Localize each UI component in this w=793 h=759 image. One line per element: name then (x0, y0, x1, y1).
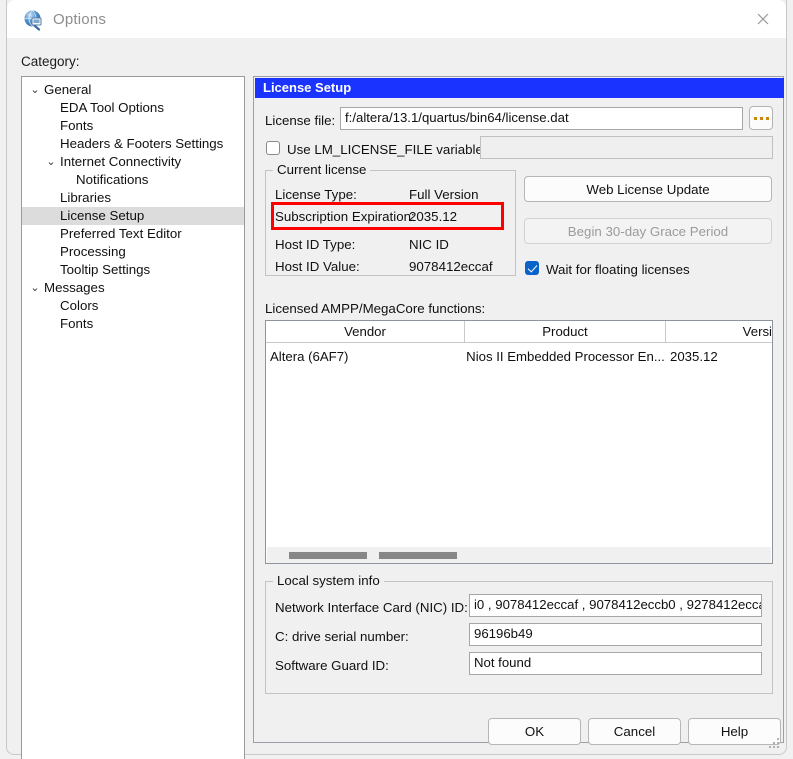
host-id-value-value: 9078412eccaf (409, 259, 493, 274)
host-id-type-label: Host ID Type: (275, 237, 356, 252)
sidebar-item-label: Headers & Footers Settings (60, 136, 224, 151)
subscription-expiration-value: 2035.12 (409, 209, 458, 224)
ok-button[interactable]: OK (488, 718, 581, 745)
sidebar-item-label: General (44, 82, 92, 97)
sidebar-item-colors[interactable]: Colors (22, 297, 244, 315)
sidebar-item-eda-tool-options[interactable]: EDA Tool Options (22, 99, 244, 117)
begin-grace-period-button[interactable]: Begin 30-day Grace Period (524, 218, 772, 244)
sidebar-item-internet-connectivity[interactable]: ⌄ Internet Connectivity (22, 153, 244, 171)
dialog-body: Category: ⌄ General EDA Tool Options Fonts H… (7, 38, 786, 759)
cell-version: 2035.12 (670, 349, 718, 364)
table-col-product[interactable]: Product (465, 321, 666, 342)
sidebar-item-fonts[interactable]: Fonts (22, 315, 244, 333)
sidebar-item-label: Notifications (76, 172, 149, 187)
table-col-version[interactable]: Versi (666, 321, 772, 342)
licensed-functions-table[interactable]: Vendor Product Versi Altera (6AF7) Nios … (265, 320, 773, 564)
current-license-group-title: Current license (273, 163, 371, 177)
sidebar-item-notifications[interactable]: Notifications (22, 171, 244, 189)
sidebar-item-fonts[interactable]: Fonts (22, 117, 244, 135)
dot-3 (765, 116, 769, 120)
sidebar-item-preferred-text-editor[interactable]: Preferred Text Editor (22, 225, 244, 243)
wait-floating-licenses-checkbox[interactable] (525, 261, 539, 275)
lm-license-file-input[interactable] (480, 136, 773, 159)
chevron-down-icon[interactable]: ⌄ (28, 81, 42, 99)
cancel-label: Cancel (613, 724, 656, 739)
use-lm-license-file-label: Use LM_LICENSE_FILE variable: (287, 142, 487, 157)
options-window: Options Category: ⌄ General EDA Tool Optio… (6, 0, 787, 759)
scroll-thumb-right[interactable] (379, 552, 457, 559)
sidebar-item-label: Fonts (60, 118, 94, 133)
sidebar-item-libraries[interactable]: Libraries (22, 189, 244, 207)
host-id-type-value: NIC ID (409, 237, 449, 252)
sidebar-item-processing[interactable]: Processing (22, 243, 244, 261)
browse-license-file-button[interactable] (749, 106, 773, 130)
sidebar-item-label: Processing (60, 244, 126, 259)
sidebar-item-license-setup[interactable]: License Setup (22, 207, 244, 225)
pane-title: License Setup (255, 78, 784, 98)
sidebar-item-messages[interactable]: ⌄ Messages (22, 279, 244, 297)
sidebar-item-label: License Setup (60, 208, 145, 223)
table-header-row: Vendor Product Versi (266, 321, 772, 343)
drive-serial-input[interactable]: 96196b49 (469, 623, 762, 646)
table-horizontal-scrollbar[interactable] (267, 546, 771, 563)
sidebar-item-general[interactable]: ⌄ General (22, 81, 244, 99)
software-guard-id-label: Software Guard ID: (275, 658, 389, 673)
sidebar-item-label: Internet Connectivity (60, 154, 182, 169)
web-license-update-label: Web License Update (586, 181, 710, 197)
sidebar-item-label: Tooltip Settings (60, 262, 151, 277)
wait-floating-licenses-label: Wait for floating licenses (546, 262, 690, 277)
drive-serial-label: C: drive serial number: (275, 629, 409, 644)
ok-label: OK (524, 724, 545, 739)
cell-vendor: Altera (6AF7) (270, 349, 349, 364)
dot-2 (759, 116, 763, 120)
nic-id-input[interactable]: i0 , 9078412eccaf , 9078412eccb0 , 92784… (469, 594, 762, 617)
window-title: Options (53, 11, 107, 28)
close-button[interactable] (740, 0, 786, 37)
sidebar-item-label: Messages (44, 280, 105, 295)
options-dialog-screenshot: Options Category: ⌄ General EDA Tool Optio… (0, 0, 793, 759)
category-label: Category: (21, 54, 80, 69)
table-col-vendor[interactable]: Vendor (266, 321, 465, 342)
subscription-expiration-label: Subscription Expiration: (275, 209, 415, 224)
sidebar-item-label: Libraries (60, 190, 111, 205)
chevron-down-icon[interactable]: ⌄ (44, 153, 58, 171)
help-label: Help (720, 724, 749, 739)
dot-1 (753, 116, 757, 120)
title-bar: Options (7, 0, 786, 38)
cancel-button[interactable]: Cancel (588, 718, 681, 745)
category-tree[interactable]: ⌄ General EDA Tool Options Fonts Headers & F… (21, 76, 245, 759)
sidebar-item-label: Preferred Text Editor (60, 226, 182, 241)
license-file-label: License file: (265, 113, 336, 128)
sidebar-item-headers-footers-settings[interactable]: Headers & Footers Settings (22, 135, 244, 153)
sidebar-item-label: EDA Tool Options (60, 100, 164, 115)
quartus-options-icon (23, 9, 45, 31)
sidebar-item-label: Colors (60, 298, 99, 313)
local-system-info-title: Local system info (273, 574, 384, 588)
cell-product: Nios II Embedded Processor En... (466, 349, 665, 364)
resize-grip[interactable] (769, 738, 781, 750)
help-button[interactable]: Help (688, 718, 781, 745)
web-license-update-button[interactable]: Web License Update (524, 176, 772, 202)
licensed-functions-caption: Licensed AMPP/MegaCore functions: (265, 301, 486, 316)
license-type-value: Full Version (409, 187, 479, 202)
use-lm-license-file-checkbox[interactable] (266, 141, 280, 155)
license-setup-pane: License Setup License file: f:/altera/13… (253, 76, 784, 743)
license-type-label: License Type: (275, 187, 357, 202)
scroll-thumb-left[interactable] (289, 552, 367, 559)
close-icon (757, 13, 769, 24)
sidebar-item-tooltip-settings[interactable]: Tooltip Settings (22, 261, 244, 279)
software-guard-id-input[interactable]: Not found (469, 652, 762, 675)
nic-id-label: Network Interface Card (NIC) ID: (275, 600, 468, 615)
sidebar-item-label: Fonts (60, 316, 94, 331)
license-file-input[interactable]: f:/altera/13.1/quartus/bin64/license.dat (340, 107, 743, 130)
chevron-down-icon[interactable]: ⌄ (28, 279, 42, 297)
begin-grace-period-label: Begin 30-day Grace Period (567, 223, 729, 239)
host-id-value-label: Host ID Value: (275, 259, 360, 274)
